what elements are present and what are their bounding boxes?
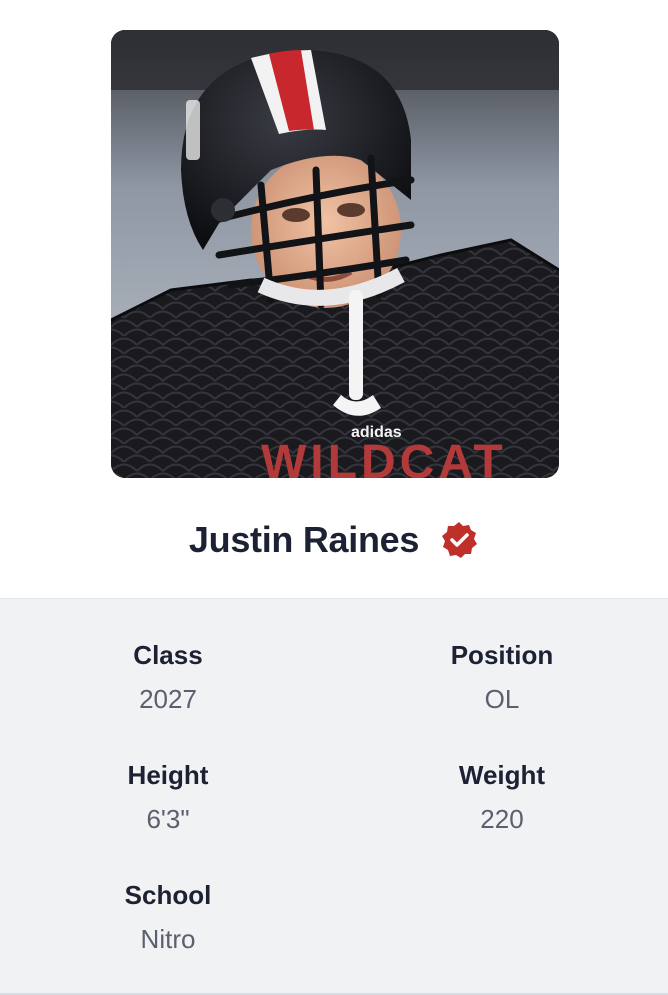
stat-height: Height 6'3"	[18, 759, 318, 835]
stat-weight: Weight 220	[352, 759, 652, 835]
stats-panel: Class 2027 Position OL Height 6'3" Weigh…	[0, 598, 668, 995]
mouthguard-brand-text: adidas	[351, 424, 402, 441]
stat-position-label: Position	[450, 640, 554, 670]
verified-badge-icon	[439, 520, 479, 560]
stat-height-label: Height	[127, 760, 209, 790]
stat-class-value: 2027	[139, 684, 197, 714]
stat-height-value: 6'3"	[146, 804, 190, 834]
player-photo: WILDCAT adidas	[111, 30, 559, 478]
stat-weight-label: Weight	[458, 760, 546, 790]
player-profile-card: WILDCAT adidas Justin Raines Class 2027 …	[0, 0, 668, 995]
stat-class: Class 2027	[18, 639, 318, 715]
stat-position: Position OL	[352, 639, 652, 715]
player-name: Justin Raines	[188, 519, 420, 560]
stat-school: School Nitro	[18, 879, 318, 955]
stat-class-label: Class	[133, 640, 203, 670]
stat-school-label: School	[124, 880, 212, 910]
player-photo-illustration: WILDCAT adidas	[111, 30, 559, 478]
stat-position-value: OL	[484, 684, 520, 714]
stat-weight-value: 220	[480, 804, 524, 834]
jersey-lettering: WILDCAT	[261, 436, 507, 478]
player-name-row: Justin Raines	[0, 510, 668, 570]
stat-school-value: Nitro	[140, 924, 196, 954]
